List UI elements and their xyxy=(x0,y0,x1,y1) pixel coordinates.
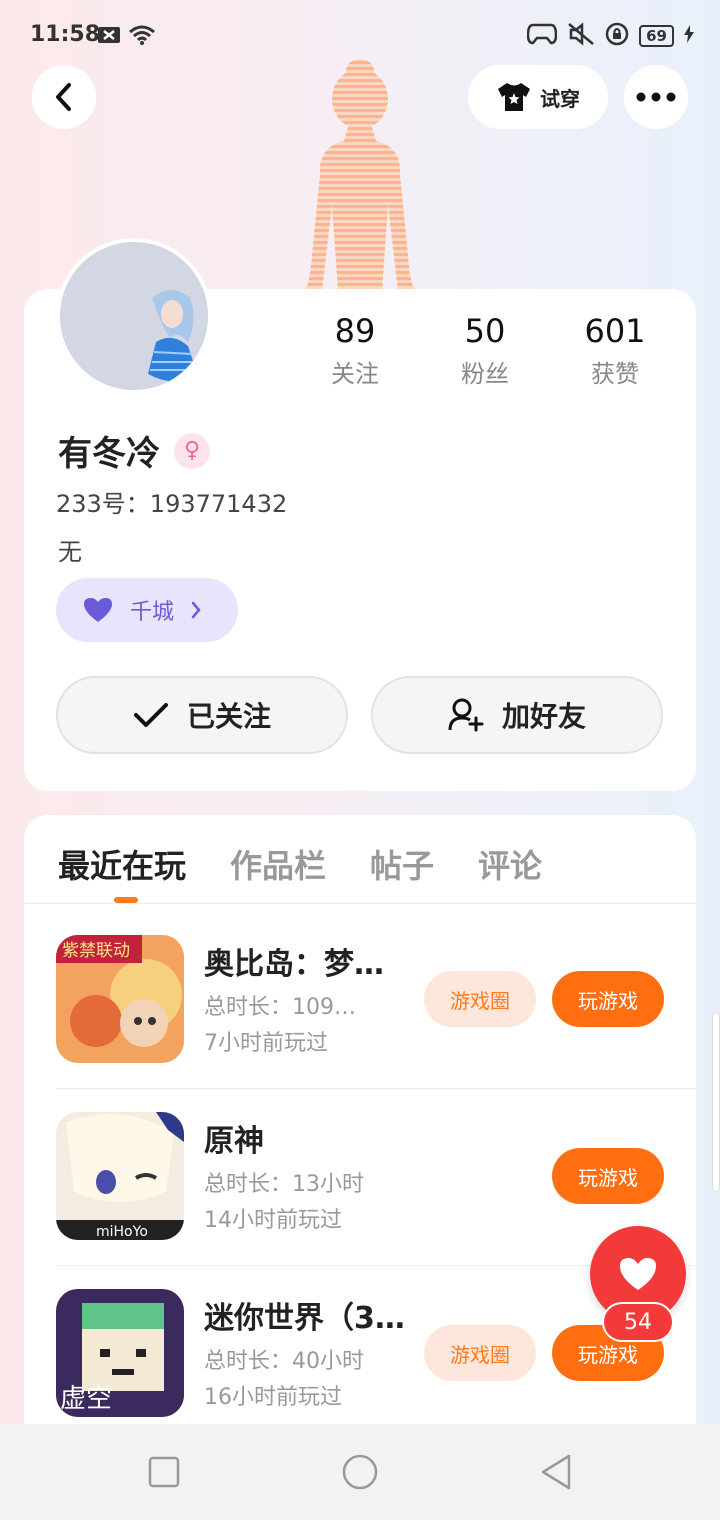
game-circle-button[interactable]: 游戏圈 xyxy=(424,1325,536,1381)
gamepad-icon xyxy=(526,23,558,49)
stat-label: 获赞 xyxy=(591,360,639,388)
game-icon-badge: miHoYo xyxy=(96,1224,148,1240)
game-icon-badge: 虚空 xyxy=(60,1384,112,1414)
game-name: 奥比岛：梦… xyxy=(204,947,384,982)
game-name: 原神 xyxy=(204,1124,264,1159)
add-user-icon xyxy=(448,698,484,732)
stat-label: 关注 xyxy=(331,360,379,388)
play-game-button[interactable]: 玩游戏 xyxy=(552,971,664,1027)
followed-button[interactable]: 已关注 xyxy=(56,676,348,754)
charging-icon xyxy=(684,25,694,47)
avatar-image xyxy=(60,242,208,390)
female-icon: ♀ xyxy=(174,432,210,469)
stat-value: 89 xyxy=(334,312,376,350)
home-button[interactable] xyxy=(340,1452,380,1492)
battery-indicator: 69 xyxy=(639,25,674,47)
notification-icon xyxy=(98,25,120,49)
chevron-left-icon xyxy=(56,83,71,111)
game-last-played: 7小时前玩过 xyxy=(204,1031,328,1056)
user-id: 233号：193771432 xyxy=(56,490,288,518)
tag-label: 千城 xyxy=(130,600,175,625)
stat-following[interactable]: 89 关注 xyxy=(290,312,420,389)
games-card: 最近在玩 作品栏 帖子 评论 紫禁联动 奥比岛：梦… 总时长：109… 7小时前… xyxy=(24,815,696,1455)
username-row: 有冬冷 ♀ xyxy=(58,426,210,475)
profile-stats: 89 关注 50 粉丝 601 获赞 xyxy=(290,312,680,389)
stat-followers[interactable]: 50 粉丝 xyxy=(420,312,550,389)
followed-label: 已关注 xyxy=(186,700,271,733)
tabs-divider xyxy=(24,903,696,904)
game-last-played: 14小时前玩过 xyxy=(204,1208,342,1233)
row-divider xyxy=(56,1088,696,1089)
system-back-button[interactable] xyxy=(536,1452,576,1492)
stat-value: 50 xyxy=(464,312,506,350)
stat-label: 粉丝 xyxy=(461,360,509,388)
check-icon xyxy=(133,703,168,727)
status-time: 11:58 xyxy=(30,22,101,47)
system-nav-bar xyxy=(0,1424,720,1520)
recent-apps-button[interactable] xyxy=(144,1452,184,1492)
tag-pill[interactable]: 千城 xyxy=(56,578,238,642)
more-dots-icon xyxy=(636,92,676,102)
scroll-handle[interactable] xyxy=(712,1012,720,1192)
mute-icon xyxy=(567,22,595,50)
bio: 无 xyxy=(58,538,82,566)
game-duration: 总时长：109… xyxy=(204,995,356,1020)
add-friend-button[interactable]: 加好友 xyxy=(371,676,663,754)
stat-likes[interactable]: 601 获赞 xyxy=(550,312,680,389)
like-count: 54 xyxy=(602,1302,674,1342)
try-on-label: 试穿 xyxy=(540,86,580,111)
heart-icon xyxy=(620,1258,656,1290)
triangle-back-icon xyxy=(541,1454,571,1490)
game-last-played: 16小时前玩过 xyxy=(204,1385,342,1410)
content-tabs: 最近在玩 作品栏 帖子 评论 xyxy=(58,841,542,887)
game-circle-button[interactable]: 游戏圈 xyxy=(424,971,536,1027)
wifi-icon xyxy=(128,24,156,50)
more-button[interactable] xyxy=(624,65,688,129)
avatar-figure-image xyxy=(304,59,416,291)
circle-icon xyxy=(342,1454,378,1490)
username: 有冬冷 xyxy=(58,434,160,474)
tab-recent[interactable]: 最近在玩 xyxy=(58,841,186,887)
lock-rotation-icon xyxy=(605,22,629,50)
chevron-right-icon xyxy=(191,601,201,619)
square-icon xyxy=(148,1456,180,1488)
game-row[interactable]: 紫禁联动 奥比岛：梦… 总时长：109… 7小时前玩过 游戏圈 玩游戏 xyxy=(56,925,696,1101)
game-duration: 总时长：13小时 xyxy=(204,1172,364,1197)
play-game-button[interactable]: 玩游戏 xyxy=(552,1148,664,1204)
back-button[interactable] xyxy=(32,65,96,129)
game-name: 迷你世界（3… xyxy=(204,1301,404,1336)
tab-posts[interactable]: 帖子 xyxy=(370,841,434,887)
game-icon-obi[interactable]: 紫禁联动 xyxy=(56,935,184,1063)
heart-icon xyxy=(84,598,112,622)
game-icon-genshin[interactable]: miHoYo xyxy=(56,1112,184,1240)
add-friend-label: 加好友 xyxy=(501,700,586,733)
try-on-button[interactable]: 试穿 xyxy=(468,65,608,129)
avatar[interactable] xyxy=(56,238,212,394)
tshirt-icon xyxy=(498,83,530,111)
tab-works[interactable]: 作品栏 xyxy=(230,841,326,887)
tab-comments[interactable]: 评论 xyxy=(478,841,542,887)
game-icon-miniworld[interactable]: 虚空 xyxy=(56,1289,184,1417)
stat-value: 601 xyxy=(584,312,646,350)
game-duration: 总时长：40小时 xyxy=(204,1349,364,1374)
game-icon-badge: 紫禁联动 xyxy=(62,941,130,961)
